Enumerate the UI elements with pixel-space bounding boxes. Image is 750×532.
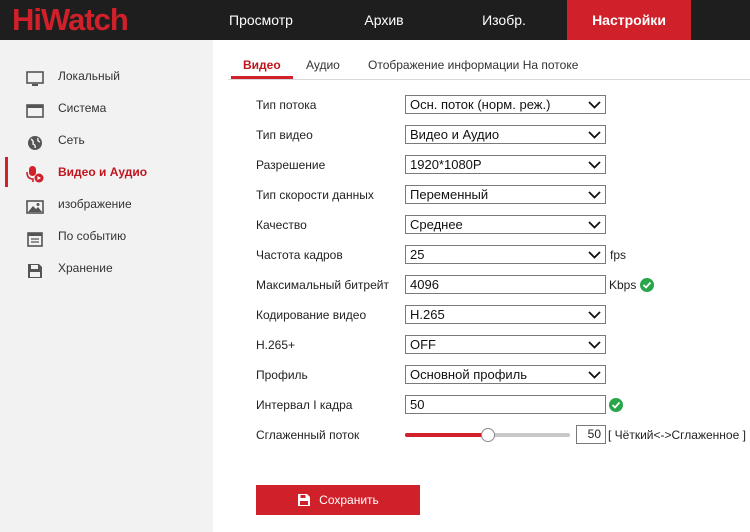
- checkmark-icon: [640, 278, 654, 292]
- sidebar-item-system[interactable]: Система: [0, 93, 213, 123]
- quality-label: Качество: [256, 218, 307, 232]
- chevron-down-icon: [588, 311, 601, 319]
- slider-handle[interactable]: [481, 428, 495, 442]
- chevron-down-icon: [588, 191, 601, 199]
- sidebar-item-storage[interactable]: Хранение: [0, 253, 213, 283]
- chevron-down-icon: [588, 371, 601, 379]
- image-icon: [26, 196, 44, 214]
- row-profile: Профиль Основной профиль: [256, 365, 750, 385]
- stream-type-label: Тип потока: [256, 98, 317, 112]
- profile-select[interactable]: Основной профиль: [405, 365, 606, 384]
- frame-rate-label: Частота кадров: [256, 248, 343, 262]
- resolution-value: 1920*1080P: [410, 157, 482, 172]
- tab-stream-info[interactable]: Отображение информации На потоке: [368, 48, 578, 79]
- sidebar-item-label: Локальный: [58, 69, 120, 83]
- resolution-select[interactable]: 1920*1080P: [405, 155, 606, 174]
- sidebar-item-network[interactable]: Сеть: [0, 125, 213, 155]
- brand-logo: HiWatch: [12, 2, 129, 37]
- i-frame-value: 50: [410, 397, 425, 412]
- row-stream-type: Тип потока Осн. поток (норм. реж.): [256, 95, 750, 115]
- slider-fill: [405, 433, 488, 437]
- sidebar-item-event[interactable]: По событию: [0, 221, 213, 251]
- encoding-select[interactable]: H.265: [405, 305, 606, 324]
- row-resolution: Разрешение 1920*1080P: [256, 155, 750, 175]
- row-smoothing: Сглаженный поток 50 [ Чёткий<->Сглаженно…: [256, 425, 750, 445]
- max-bitrate-value: 4096: [410, 277, 439, 292]
- encoding-label: Кодирование видео: [256, 308, 367, 322]
- floppy-icon: [26, 260, 44, 278]
- resolution-label: Разрешение: [256, 158, 326, 172]
- nav-configuration[interactable]: Настройки: [567, 0, 691, 40]
- i-frame-input[interactable]: 50: [405, 395, 606, 414]
- nav-picture[interactable]: Изобр.: [455, 0, 553, 40]
- max-bitrate-input[interactable]: 4096: [405, 275, 606, 294]
- profile-value: Основной профиль: [410, 367, 528, 382]
- globe-icon: [26, 132, 44, 150]
- profile-label: Профиль: [256, 368, 308, 382]
- nav-playback[interactable]: Архив: [335, 0, 433, 40]
- smoothing-slider[interactable]: [405, 428, 570, 442]
- floppy-icon: [298, 494, 311, 506]
- sidebar-item-image[interactable]: изображение: [0, 189, 213, 219]
- sidebar-item-video-audio[interactable]: Видео и Аудио: [0, 157, 213, 187]
- video-type-select[interactable]: Видео и Аудио: [405, 125, 606, 144]
- bitrate-type-value: Переменный: [410, 187, 489, 202]
- sidebar-item-label: изображение: [58, 197, 132, 211]
- tab-video[interactable]: Видео: [231, 48, 293, 79]
- encoding-value: H.265: [410, 307, 445, 322]
- stream-type-select[interactable]: Осн. поток (норм. реж.): [405, 95, 606, 114]
- smoothing-label: Сглаженный поток: [256, 428, 360, 442]
- row-quality: Качество Среднее: [256, 215, 750, 235]
- sidebar-item-local[interactable]: Локальный: [0, 61, 213, 91]
- window-icon: [26, 100, 44, 118]
- row-bitrate-type: Тип скорости данных Переменный: [256, 185, 750, 205]
- checkmark-icon: [609, 398, 623, 412]
- sidebar-item-label: Видео и Аудио: [58, 165, 148, 179]
- bitrate-type-label: Тип скорости данных: [256, 188, 374, 202]
- tab-audio[interactable]: Аудио: [306, 48, 340, 79]
- chevron-down-icon: [588, 251, 601, 259]
- frame-rate-value: 25: [410, 247, 425, 262]
- smoothing-hint: [ Чёткий<->Сглаженное ]: [608, 428, 746, 442]
- save-button[interactable]: Сохранить: [256, 485, 420, 515]
- calendar-icon: [26, 228, 44, 247]
- h265plus-value: OFF: [410, 337, 436, 352]
- chevron-down-icon: [588, 101, 601, 109]
- video-type-label: Тип видео: [256, 128, 313, 142]
- i-frame-label: Интервал I кадра: [256, 398, 353, 412]
- frame-rate-unit: fps: [610, 248, 627, 262]
- stream-type-value: Осн. поток (норм. реж.): [410, 97, 551, 112]
- sidebar-item-label: Сеть: [58, 133, 85, 147]
- smoothing-value-input[interactable]: 50: [576, 425, 606, 444]
- quality-value: Среднее: [410, 217, 463, 232]
- h265plus-label: H.265+: [256, 338, 296, 352]
- settings-tabs: Видео Аудио Отображение информации На по…: [228, 48, 750, 80]
- save-button-label: Сохранить: [319, 493, 379, 507]
- mic-camera-icon: [26, 164, 44, 183]
- chevron-down-icon: [588, 221, 601, 229]
- chevron-down-icon: [588, 131, 601, 139]
- sidebar: Локальный Система Сеть Видео и Аудио изо…: [0, 40, 213, 532]
- frame-rate-select[interactable]: 25: [405, 245, 606, 264]
- video-type-value: Видео и Аудио: [410, 127, 500, 142]
- row-encoding: Кодирование видео H.265: [256, 305, 750, 325]
- row-max-bitrate: Максимальный битрейт 4096 Kbps: [256, 275, 750, 295]
- sidebar-item-label: По событию: [58, 229, 127, 243]
- h265plus-select[interactable]: OFF: [405, 335, 606, 354]
- row-frame-rate: Частота кадров 25 fps: [256, 245, 750, 265]
- sidebar-item-label: Система: [58, 101, 107, 115]
- chevron-down-icon: [588, 341, 601, 349]
- top-navigation-bar: HiWatch Просмотр Архив Изобр. Настройки: [0, 0, 750, 40]
- bitrate-type-select[interactable]: Переменный: [405, 185, 606, 204]
- max-bitrate-unit: Kbps: [609, 278, 637, 292]
- row-i-frame: Интервал I кадра 50: [256, 395, 750, 415]
- monitor-icon: [26, 68, 44, 86]
- max-bitrate-label: Максимальный битрейт: [256, 278, 389, 292]
- row-h265plus: H.265+ OFF: [256, 335, 750, 355]
- sidebar-item-label: Хранение: [58, 261, 113, 275]
- quality-select[interactable]: Среднее: [405, 215, 606, 234]
- row-video-type: Тип видео Видео и Аудио: [256, 125, 750, 145]
- chevron-down-icon: [588, 161, 601, 169]
- nav-live-view[interactable]: Просмотр: [212, 0, 310, 40]
